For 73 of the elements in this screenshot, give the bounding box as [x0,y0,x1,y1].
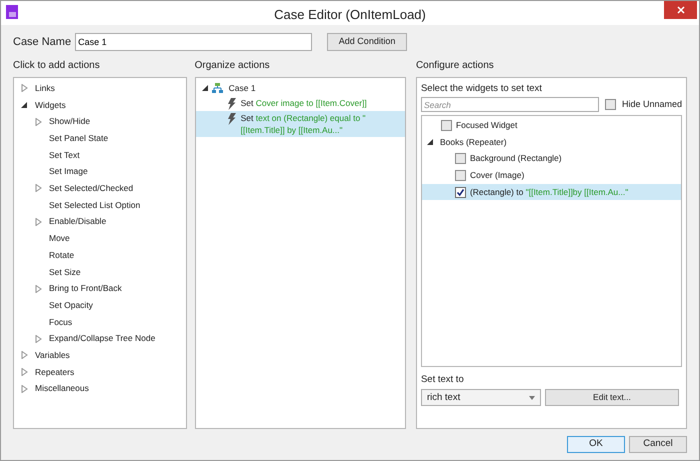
checkbox[interactable] [440,120,452,131]
tree-item[interactable]: Set Opacity [49,298,93,312]
tree-item[interactable]: Move [49,232,70,245]
action-text: Set text on (Rectangle) equal to "[[Item.Title]] by [[Item.Au..." [240,112,367,136]
collapsed-triangle-icon[interactable] [35,118,42,126]
tree-item[interactable]: Miscellaneous [35,382,89,396]
caret-icon [528,396,535,400]
close-button[interactable] [664,1,697,19]
tree-item[interactable]: Set Image [49,165,88,178]
lightning-icon [226,98,236,110]
collapsed-triangle-icon[interactable] [21,351,28,360]
widget-row[interactable]: Cover (Image) [422,167,681,184]
panel-heading: Click to add actions [13,59,101,73]
tree-item[interactable]: Show/Hide [49,115,90,128]
set-text-label: Set text to [420,373,465,387]
case-name-label: Case Name [13,34,72,50]
panel-heading: Configure actions [416,59,495,73]
tree-item[interactable]: Bring to Front/Back [49,282,122,295]
checkbox[interactable] [604,99,616,110]
tree-item[interactable]: Set Panel State [49,132,108,145]
tree-item[interactable]: Widgets [35,98,66,112]
case-flow-icon [212,83,223,93]
app-logo-icon [6,5,18,19]
checkbox-label: Hide Unnamed [622,98,682,111]
tree-item[interactable]: Expand/Collapse Tree Node [49,332,156,346]
collapsed-triangle-icon[interactable] [21,368,28,376]
checkbox[interactable] [454,186,466,198]
action-text: Set Cover image to [[Item.Cover]] [240,97,367,109]
widget-row[interactable]: Focused Widget [422,117,681,134]
tree-item[interactable]: Focus [49,316,72,328]
tree-item[interactable]: Set Text [49,148,80,162]
tree-item[interactable]: Links [35,82,55,95]
collapsed-triangle-icon[interactable] [21,84,28,92]
expanded-triangle-icon[interactable] [426,138,434,146]
lightning-icon [226,113,236,125]
panel-heading: Organize actions [194,59,271,73]
add-condition-button[interactable]: Add Condition [327,33,408,51]
widget-label: Background (Rectangle) [470,152,562,166]
text-type-dropdown[interactable]: rich text [420,389,541,406]
tree-item[interactable]: Set Selected/Checked [49,182,134,195]
collapsed-triangle-icon[interactable] [35,184,42,192]
tree-item[interactable]: Set Size [49,266,81,278]
case-name-field[interactable]: Case 1 [75,33,312,51]
tree-item[interactable]: Rotate [49,248,74,262]
collapsed-triangle-icon[interactable] [35,284,42,293]
dialog-button[interactable]: OK [567,436,625,453]
widget-label: Focused Widget [456,118,518,132]
case-label[interactable]: Case 1 [228,82,256,94]
action-row[interactable]: Set Cover image to [[Item.Cover]] [196,96,405,111]
dialog-button[interactable]: Cancel [629,436,687,453]
checkbox[interactable] [454,153,466,164]
expanded-triangle-icon[interactable] [202,84,209,92]
tree-item[interactable]: Repeaters [35,366,74,378]
tree-item[interactable]: Set Selected List Option [49,198,140,212]
expanded-triangle-icon[interactable] [21,101,28,110]
action-row[interactable]: Set text on (Rectangle) equal to "[[Item.Title]] by [[Item.Au..." [196,111,405,137]
widget-row[interactable]: Books (Repeater) [422,134,681,150]
widget-label: (Rectangle) to "[[Item.Title]]by [[Item.Au..." [470,186,628,198]
edit-text-button[interactable]: Edit text... [544,389,679,406]
widget-row[interactable]: (Rectangle) to "[[Item.Title]]by [[Item.Au..." [422,184,681,200]
close-icon [676,6,684,14]
collapsed-triangle-icon[interactable] [35,218,42,226]
widget-row[interactable]: Background (Rectangle) [422,150,681,168]
checkbox[interactable] [454,170,466,181]
widget-label: Books (Repeater) [440,136,507,148]
search-field[interactable]: Search [420,97,599,112]
tree-item[interactable]: Enable/Disable [49,215,106,228]
tree-item[interactable]: Variables [35,348,70,362]
collapsed-triangle-icon[interactable] [35,334,42,343]
collapsed-triangle-icon[interactable] [21,384,28,393]
widget-label: Cover (Image) [470,169,524,182]
window-title: Case Editor (OnItemLoad) [273,6,427,24]
panel-subheading: Select the widgets to set text [420,82,543,94]
